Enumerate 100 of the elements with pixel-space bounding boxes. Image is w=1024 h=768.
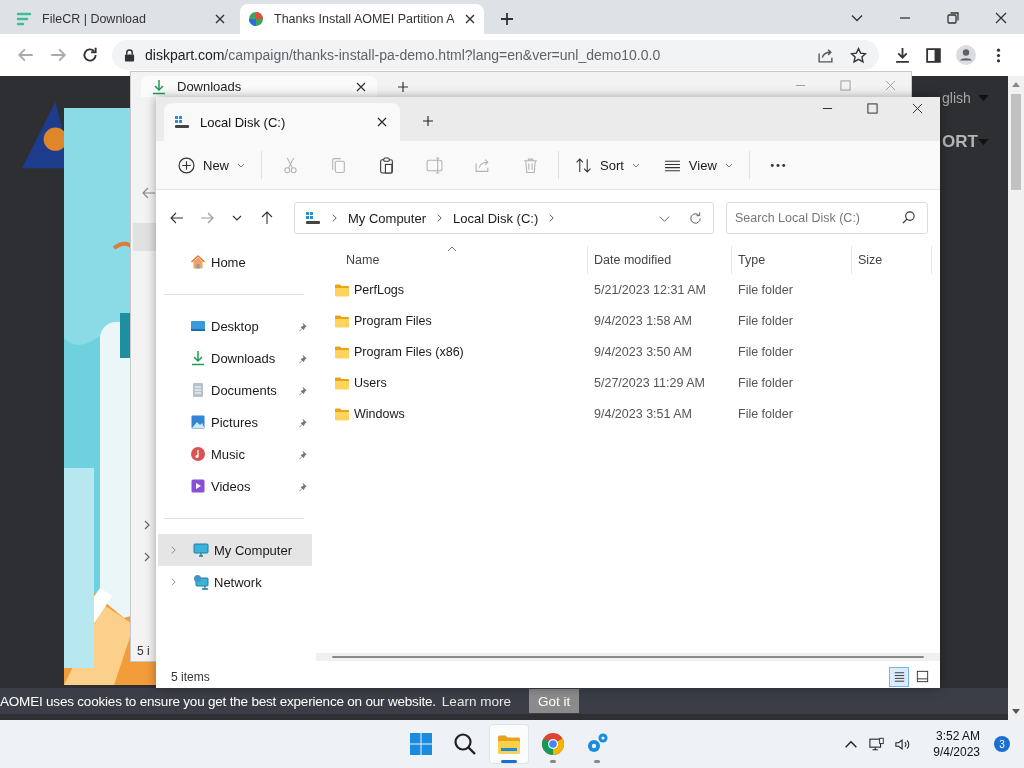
file-name[interactable]: PerfLogs <box>316 274 588 305</box>
toolbar-button[interactable]: View <box>655 148 741 182</box>
computer-icon <box>193 542 209 558</box>
document-icon <box>190 382 206 398</box>
star-icon[interactable] <box>850 46 867 64</box>
address-field[interactable]: diskpart.com/campaign/thanks-install-pa-demo.html?lang=en&ver=unl_demo10.0.0 <box>112 40 879 70</box>
sidebar-item[interactable]: Documents <box>156 374 312 406</box>
chevron-right-icon <box>170 545 177 555</box>
tiles-view-icon <box>914 669 930 684</box>
breadcrumb[interactable]: Local Disk (C:) <box>453 210 539 226</box>
sidebar-item[interactable]: Home <box>156 246 312 278</box>
table-cell-text: 9/4/2023 3:51 AM <box>593 405 693 423</box>
breadcrumb[interactable]: My Computer <box>348 210 427 226</box>
search-icon[interactable] <box>901 210 916 225</box>
search-icon <box>453 732 477 756</box>
file-name[interactable]: Program Files (x86) <box>316 336 588 367</box>
column-header[interactable]: Size <box>852 246 932 274</box>
nav-link[interactable]: ORT <box>942 132 978 152</box>
tree-item[interactable]: Network <box>158 566 312 598</box>
file-name[interactable]: Windows <box>316 398 588 429</box>
new-tab-icon[interactable] <box>397 81 409 93</box>
clock[interactable]: 3:52 AM 9/4/2023 <box>933 728 980 760</box>
window-tab[interactable]: Downloads <box>141 76 377 97</box>
search-field[interactable]: Search Local Disk (C:) <box>726 202 928 234</box>
sidebar-item[interactable]: Desktop <box>156 310 312 342</box>
network-icon[interactable] <box>869 736 886 752</box>
browser-tab[interactable]: FileCR | Download <box>8 4 234 34</box>
maximize-icon[interactable] <box>867 103 878 114</box>
scroll-down-icon[interactable] <box>1012 709 1020 715</box>
scissors-icon <box>281 156 299 174</box>
trash-icon <box>521 156 539 174</box>
reload-icon[interactable] <box>81 46 99 64</box>
close-icon[interactable] <box>994 11 1008 25</box>
picture-icon <box>190 414 206 430</box>
caret-icon <box>978 95 989 102</box>
copy-icon <box>329 156 347 174</box>
chevron-right-icon <box>331 213 338 223</box>
download-icon[interactable] <box>894 46 911 64</box>
language-selector[interactable]: glish <box>942 90 971 106</box>
clock-date: 9/4/2023 <box>933 744 980 760</box>
chevron-right-icon <box>170 577 177 587</box>
close-icon[interactable] <box>376 116 388 128</box>
column-header[interactable]: Name <box>316 246 588 274</box>
view-toggle[interactable] <box>889 666 909 687</box>
sidebar-item[interactable]: Music <box>156 438 312 470</box>
chevron-right-icon[interactable] <box>143 519 151 531</box>
close-icon[interactable] <box>214 13 226 25</box>
windows-start-icon <box>409 732 433 756</box>
profile-icon[interactable] <box>956 45 976 65</box>
notification-badge[interactable]: 3 <box>994 736 1010 752</box>
column-header[interactable]: Date modified <box>588 246 732 274</box>
sidebar-item[interactable]: Videos <box>156 470 312 502</box>
volume-icon[interactable] <box>895 736 912 752</box>
rename-icon <box>425 156 443 174</box>
close-icon[interactable] <box>355 80 367 93</box>
window-tab[interactable]: Local Disk (C:) <box>164 103 400 141</box>
close-icon[interactable] <box>912 103 923 114</box>
download-icon <box>190 350 206 366</box>
back-icon[interactable] <box>169 210 185 226</box>
sidebar-item[interactable]: Pictures <box>156 406 312 438</box>
table-cell-text: File folder <box>737 281 794 299</box>
clock-time: 3:52 AM <box>935 728 980 744</box>
scroll-up-icon[interactable] <box>1012 81 1020 87</box>
chevron-right-icon <box>436 213 444 223</box>
close-icon[interactable] <box>464 13 476 25</box>
refresh-icon[interactable] <box>688 210 703 226</box>
learn-more-link[interactable]: Learn more <box>441 693 511 709</box>
side-panel-icon[interactable] <box>925 46 942 64</box>
drive-icon <box>174 114 190 130</box>
table-cell-text: 5/21/2023 12:31 AM <box>593 281 707 299</box>
download-icon <box>151 78 167 95</box>
desktop-icon <box>190 318 206 334</box>
file-name[interactable]: Users <box>316 367 588 398</box>
up-icon[interactable] <box>259 210 275 226</box>
scrollbar[interactable] <box>316 653 940 661</box>
new-tab-icon[interactable] <box>500 12 514 26</box>
new-tab-icon[interactable] <box>422 115 434 127</box>
status-text: 5 i <box>137 644 150 658</box>
table-cell-text: File folder <box>737 343 794 361</box>
table-cell-text: File folder <box>737 374 794 392</box>
chevron-right-icon[interactable] <box>143 551 151 563</box>
video-icon <box>190 478 206 494</box>
network-icon <box>193 574 209 590</box>
browser-tab[interactable]: Thanks Install AOMEI Partition A <box>240 4 484 34</box>
scrollbar[interactable] <box>1008 76 1024 720</box>
file-name[interactable]: Program Files <box>316 305 588 336</box>
sidebar-item[interactable]: Downloads <box>156 342 312 374</box>
caret-icon <box>978 139 989 146</box>
lock-icon[interactable] <box>124 48 135 62</box>
drive-icon <box>305 210 321 226</box>
address-field[interactable]: My Computer Local Disk (C:) <box>294 202 714 234</box>
forward-icon[interactable] <box>199 210 215 226</box>
restore-icon[interactable] <box>946 11 960 25</box>
tree-item[interactable]: My Computer <box>158 534 312 566</box>
share-icon[interactable] <box>817 46 834 64</box>
scroll-thumb[interactable] <box>1011 94 1021 190</box>
column-header[interactable]: Type <box>732 246 852 274</box>
toolbar-button[interactable]: New <box>170 148 253 182</box>
caret-icon <box>237 162 245 168</box>
toolbar-button[interactable]: Sort <box>567 148 648 182</box>
